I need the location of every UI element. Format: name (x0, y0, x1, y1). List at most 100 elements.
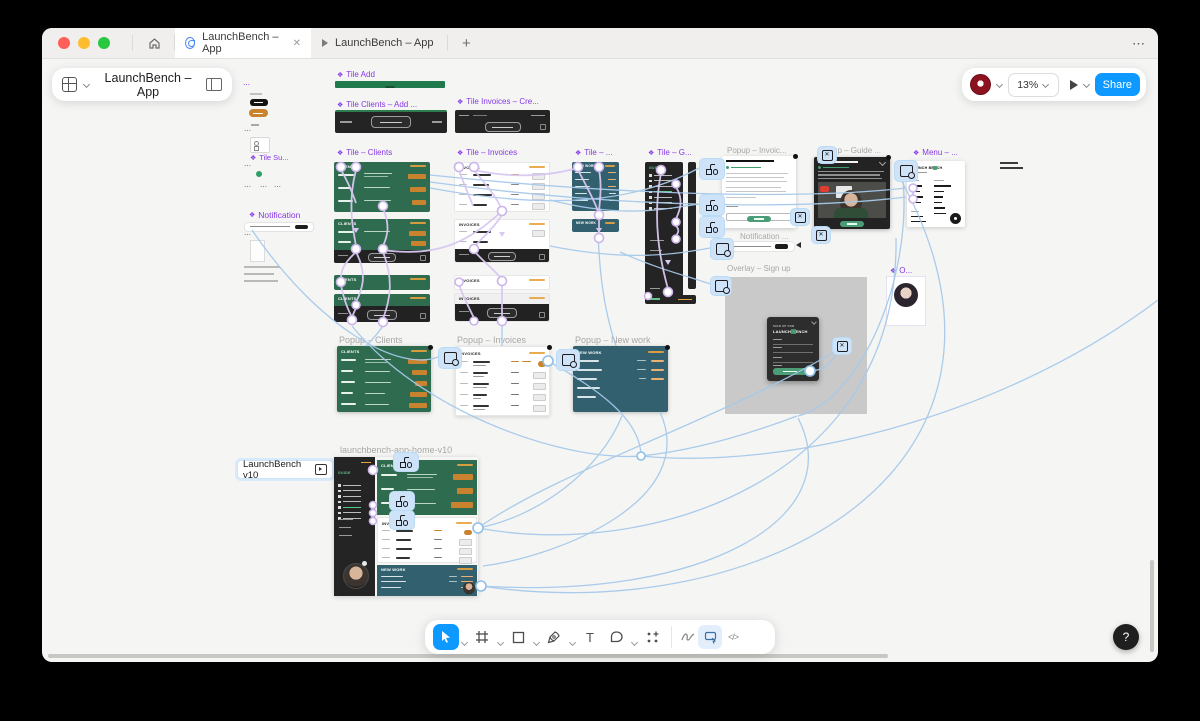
interaction-badge[interactable] (699, 158, 725, 180)
mini-text[interactable] (244, 266, 280, 268)
collapsed-component-dots[interactable]: ⋯ (244, 130, 252, 134)
mini-text[interactable] (251, 124, 259, 126)
tile-invoices-variant-1[interactable]: INVOICES (454, 162, 550, 212)
component-label-menu[interactable]: ❖ Menu – ... (913, 148, 958, 157)
chevron-down-icon[interactable] (996, 81, 1003, 88)
interaction-badge[interactable] (389, 510, 415, 530)
tile-guide-collapsed[interactable] (688, 162, 696, 289)
tile-new-work-variant-1[interactable]: NEW WORK (572, 162, 619, 211)
tile-invoices-variant-2[interactable]: INVOICES (454, 219, 550, 263)
collapsed-component-dots[interactable]: ⋯ (260, 186, 268, 190)
chevron-down-icon[interactable] (1083, 81, 1090, 88)
tile-invoices-cre-component[interactable] (455, 110, 550, 133)
interaction-badge[interactable] (699, 194, 725, 216)
file-title[interactable]: LaunchBench – App (96, 71, 200, 99)
tile-invoices-variant-4[interactable]: INVOICES (454, 293, 550, 322)
new-tab-button[interactable]: + (452, 28, 481, 58)
help-button[interactable]: ? (1113, 624, 1139, 650)
component-label-notification[interactable]: ❖ Notification (249, 210, 300, 220)
component-action-badge[interactable] (710, 276, 732, 296)
popup-close-dot[interactable] (793, 154, 798, 159)
popup-close-dot[interactable] (428, 345, 433, 350)
green-check-component[interactable] (256, 171, 262, 177)
tab-launchbench-app[interactable]: LaunchBench – App ✕ (175, 28, 311, 58)
component-action-badge[interactable] (438, 347, 462, 369)
tile-clients-variant-4[interactable]: CLIENTS (334, 294, 430, 322)
tile-guide-bar[interactable] (645, 295, 696, 304)
avatar-component-frame[interactable] (886, 276, 926, 326)
frame-tool-button[interactable] (469, 624, 495, 650)
interaction-badge[interactable] (393, 452, 419, 472)
component-label-tile-clients-add[interactable]: ❖ Tile Clients – Add ... (337, 100, 417, 109)
comment-tool-button[interactable] (603, 624, 629, 650)
mini-asset[interactable] (250, 93, 262, 95)
collapsed-component-dots[interactable]: ⋯ (244, 165, 252, 169)
popup-invoices[interactable]: INVOICES (455, 346, 550, 416)
component-label-avatar[interactable]: ❖ O... (890, 266, 912, 275)
popup-close-dot[interactable] (886, 155, 891, 160)
shape-tool-button[interactable] (505, 624, 531, 650)
close-window-button[interactable] (58, 37, 70, 49)
dark-button-component[interactable] (250, 99, 268, 106)
popup-guide-dialog[interactable] (814, 157, 890, 229)
frame-label-popup-clients[interactable]: Popup – Clients (339, 335, 403, 345)
popup-invoice-dialog[interactable] (722, 156, 796, 228)
tile-guide-sidebar[interactable]: GUIDE (645, 162, 683, 297)
collapsed-component-dots[interactable]: ⋯ (243, 84, 251, 88)
window-menu-button[interactable]: ⋯ (1132, 36, 1146, 52)
collapsed-component-dots[interactable]: ⋯ (244, 186, 252, 190)
popup-close-dot[interactable] (547, 345, 552, 350)
frame-label-popup-guide[interactable]: up – Guide ... (833, 146, 881, 155)
component-action-badge[interactable] (710, 238, 734, 260)
present-button[interactable] (1070, 80, 1078, 90)
component-label-tile-su[interactable]: ❖ Tile Su... (250, 153, 289, 162)
notification-toast[interactable] (727, 241, 795, 252)
user-avatar[interactable] (970, 74, 991, 95)
popup-close-dot[interactable] (665, 345, 670, 350)
notification-component[interactable] (244, 222, 314, 232)
dev-code-button[interactable]: </> (722, 624, 744, 650)
draw-mode-button[interactable] (678, 624, 698, 650)
chevron-down-icon[interactable] (83, 81, 90, 88)
interaction-badge[interactable] (699, 216, 725, 238)
component-label-tile-invoices-cre[interactable]: ❖ Tile Invoices – Cre... (457, 97, 539, 106)
tile-clients-variant-1[interactable]: CLIENTS (334, 162, 430, 212)
horizontal-scrollbar[interactable] (48, 654, 888, 658)
tab-launchbench-app-prototype[interactable]: LaunchBench – App (312, 28, 447, 58)
close-action-badge[interactable]: ✕ (832, 337, 852, 355)
interaction-badge[interactable] (389, 491, 415, 511)
tile-new-work-variant-2[interactable]: NEW WORK (572, 219, 619, 232)
zoom-select[interactable]: 13% (1008, 73, 1059, 97)
frame-tool-chevron[interactable] (495, 624, 505, 650)
tile-invoices-variant-3[interactable]: INVOICES (454, 275, 550, 290)
flow-start-label[interactable]: LaunchBench v10 (237, 460, 333, 479)
actions-tool-button[interactable] (639, 624, 665, 650)
frame-label-popup-invoices[interactable]: Popup – Invoices (457, 335, 526, 345)
component-label-tile-invoices[interactable]: ❖ Tile – Invoices (457, 148, 517, 157)
component-action-badge[interactable] (556, 349, 580, 371)
component-label-tile-add[interactable]: ❖ Tile Add (337, 70, 375, 79)
component-label-tile-guide[interactable]: ❖ Tile – G... (648, 148, 692, 157)
figma-main-menu-icon[interactable] (62, 77, 77, 92)
close-action-badge[interactable]: ✕ (790, 208, 810, 226)
minimize-window-button[interactable] (78, 37, 90, 49)
pen-tool-chevron[interactable] (567, 624, 577, 650)
vertical-scrollbar[interactable] (1150, 560, 1154, 652)
component-action-badge[interactable] (894, 160, 918, 182)
frame-label-popup-new-work[interactable]: Popup – New work (575, 335, 651, 345)
comment-tool-chevron[interactable] (629, 624, 639, 650)
layout-panels-icon[interactable] (206, 78, 222, 91)
shape-tool-chevron[interactable] (531, 624, 541, 650)
tile-clients-add-component[interactable] (335, 110, 447, 133)
collapsed-component-dots[interactable]: ⋯ (244, 234, 252, 238)
frame-label-overlay-signup[interactable]: Overlay – Sign up (727, 264, 791, 273)
share-button[interactable]: Share (1095, 73, 1140, 96)
tile-add-component[interactable] (335, 81, 445, 88)
frame-label-notification[interactable]: Notification ... (740, 232, 788, 241)
close-action-badge[interactable]: ✕ (811, 226, 831, 244)
move-tool-button[interactable] (433, 624, 459, 650)
mini-text[interactable] (244, 280, 278, 282)
close-tab-icon[interactable]: ✕ (293, 38, 301, 49)
close-action-badge[interactable]: ✕ (817, 146, 837, 164)
text-tool-button[interactable]: T (577, 624, 603, 650)
